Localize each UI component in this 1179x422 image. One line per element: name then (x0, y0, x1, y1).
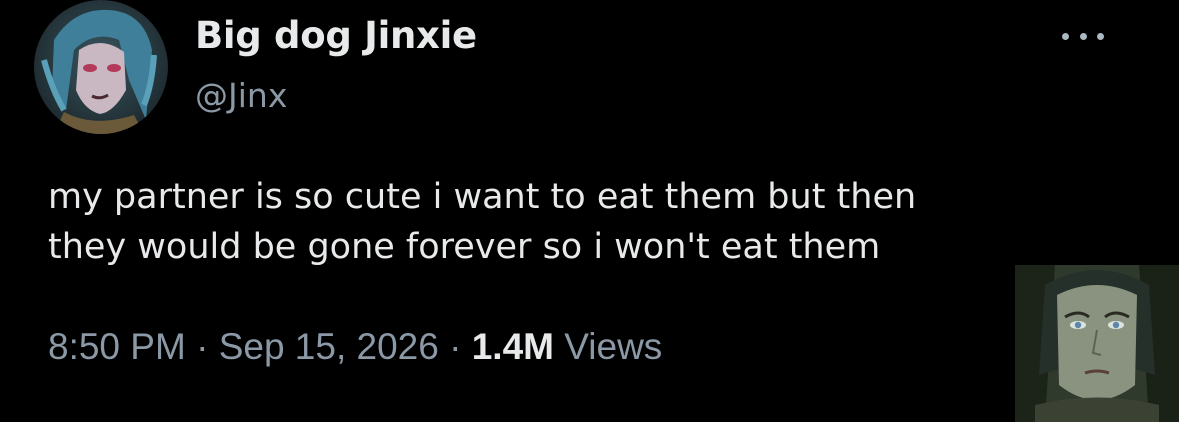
dot (1079, 32, 1087, 40)
user-handle[interactable]: @Jinx (195, 76, 287, 115)
views-label[interactable]: Views (564, 326, 662, 367)
tweet-date[interactable]: Sep 15, 2026 (219, 326, 439, 367)
display-name[interactable]: Big dog Jinxie (195, 14, 477, 57)
tweet-time[interactable]: 8:50 PM (48, 326, 186, 367)
views-count[interactable]: 1.4M (472, 326, 554, 367)
tweet-text-line-2: they would be gone forever so i won't ea… (48, 227, 881, 267)
reaction-image (1015, 265, 1179, 422)
tweet-text-line-1: my partner is so cute i want to eat them… (48, 177, 917, 217)
profile-avatar-icon (41, 9, 157, 134)
meta-separator: · (196, 326, 209, 367)
more-options-icon[interactable] (1062, 24, 1104, 48)
avatar[interactable] (34, 0, 168, 134)
tweet-text: my partner is so cute i want to eat them… (48, 172, 1058, 272)
dot (1097, 32, 1104, 40)
dot (1062, 32, 1069, 40)
tweet-meta: 8:50 PM · Sep 15, 2026 · 1.4M Views (48, 326, 662, 368)
meta-separator: · (449, 326, 462, 367)
